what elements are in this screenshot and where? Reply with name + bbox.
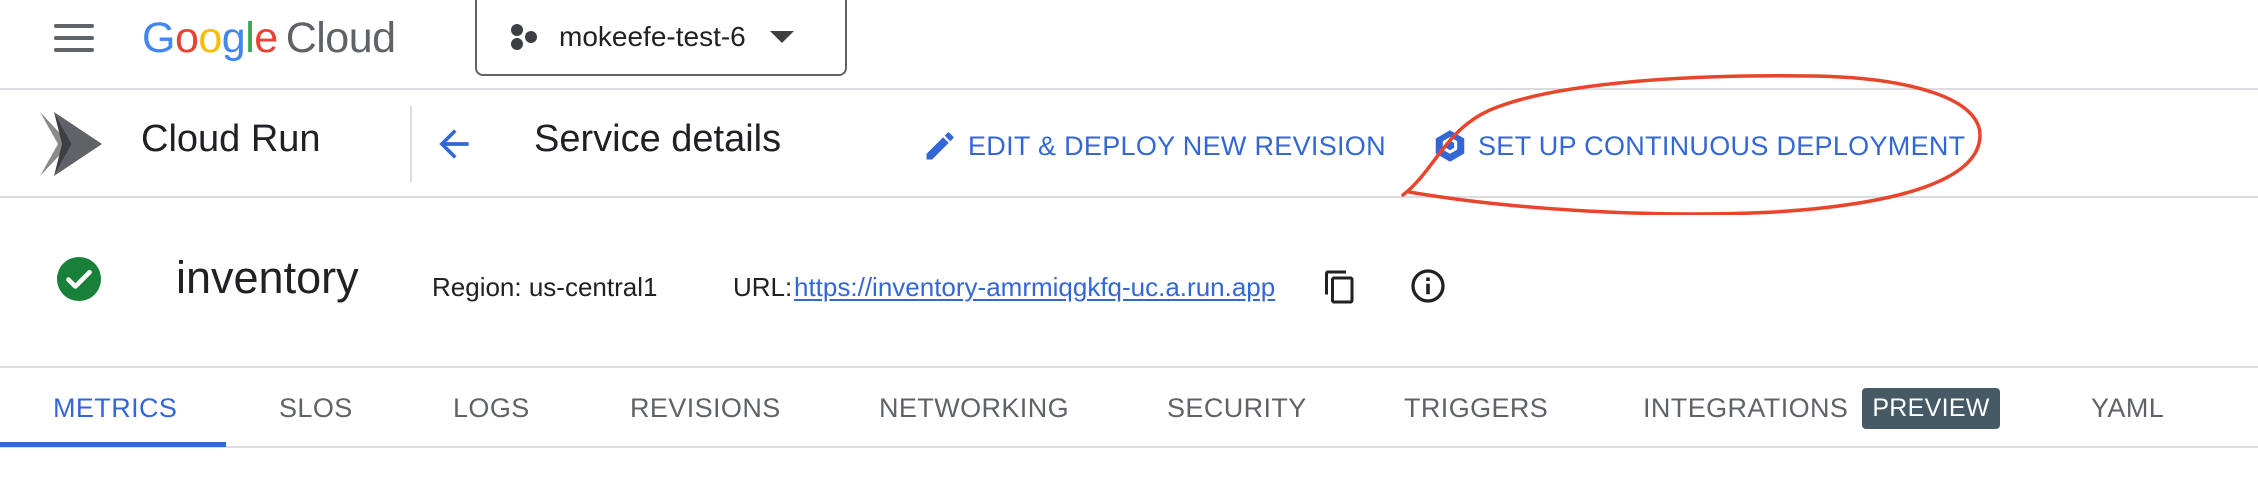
project-name: mokeefe-test-6	[559, 21, 746, 52]
tab-label: YAML	[2091, 392, 2165, 423]
logo-letter: e	[254, 14, 278, 62]
chevron-down-icon	[769, 31, 794, 43]
service-name: inventory	[176, 252, 359, 303]
tab-slos[interactable]: SLOS	[279, 368, 353, 448]
service-header-bar: Cloud Run Service details EDIT & DEPLOY …	[0, 90, 2258, 198]
top-app-bar: Google Cloud mokeefe-test-6	[0, 0, 2258, 90]
tab-revisions[interactable]: REVISIONS	[630, 368, 781, 448]
edit-deploy-label: EDIT & DEPLOY NEW REVISION	[968, 130, 1386, 161]
logo-letter: G	[142, 14, 175, 62]
hamburger-menu-icon[interactable]	[50, 18, 98, 58]
tab-label: SLOS	[279, 392, 353, 423]
tab-yaml[interactable]: YAML	[2091, 368, 2164, 448]
continuous-deployment-button[interactable]: SET UP CONTINUOUS DEPLOYMENT	[1432, 126, 1965, 166]
tab-networking[interactable]: NETWORKING	[879, 368, 1069, 448]
service-region: Region: us-central1	[432, 272, 658, 302]
tab-label: LOGS	[453, 392, 530, 423]
tab-metrics[interactable]: METRICS	[53, 368, 177, 448]
continuous-deployment-label: SET UP CONTINUOUS DEPLOYMENT	[1478, 130, 1966, 161]
tab-label: METRICS	[53, 392, 178, 423]
logo-letter: o	[198, 14, 222, 62]
product-name: Cloud Run	[141, 118, 321, 160]
tab-integrations[interactable]: INTEGRATIONS PREVIEW	[1643, 368, 2000, 448]
edit-deploy-revision-button[interactable]: EDIT & DEPLOY NEW REVISION	[922, 126, 1386, 166]
tab-label: TRIGGERS	[1404, 392, 1549, 423]
pencil-icon	[926, 132, 954, 160]
tab-triggers[interactable]: TRIGGERS	[1404, 368, 1548, 448]
cloud-run-logo	[40, 112, 102, 176]
google-cloud-logo[interactable]: Google Cloud	[142, 8, 396, 68]
tab-label: INTEGRATIONS	[1643, 392, 1849, 423]
tab-label: SECURITY	[1167, 392, 1307, 423]
tab-label: NETWORKING	[879, 392, 1069, 423]
info-icon[interactable]	[1410, 268, 1446, 304]
logo-suffix: Cloud	[285, 14, 396, 62]
tab-logs[interactable]: LOGS	[453, 368, 530, 448]
project-dots-icon	[509, 22, 539, 52]
cloud-console-page: Google Cloud mokeefe-test-6 Cloud Run Ser…	[0, 0, 2258, 496]
project-picker[interactable]: mokeefe-test-6	[475, 0, 847, 76]
url-label: URL:	[733, 272, 793, 302]
tab-label: REVISIONS	[630, 392, 781, 423]
logo-letter: o	[174, 14, 199, 62]
preview-badge: PREVIEW	[1862, 387, 2000, 429]
logo-letter: g	[221, 14, 246, 62]
cloud-build-hexagon-icon	[1435, 130, 1465, 162]
back-arrow-icon[interactable]	[432, 122, 476, 166]
copy-icon[interactable]	[1322, 268, 1358, 306]
service-tabs: METRICS SLOS LOGS REVISIONS NETWORKING S…	[0, 366, 2258, 448]
check-circle-icon	[56, 256, 102, 302]
service-url-link[interactable]: https://inventory-amrmiqgkfq-uc.a.run.ap…	[794, 272, 1275, 303]
tab-security[interactable]: SECURITY	[1167, 368, 1307, 448]
divider	[410, 106, 412, 182]
logo-letter: l	[245, 14, 255, 62]
active-tab-indicator	[0, 442, 226, 447]
page-title: Service details	[534, 118, 782, 160]
